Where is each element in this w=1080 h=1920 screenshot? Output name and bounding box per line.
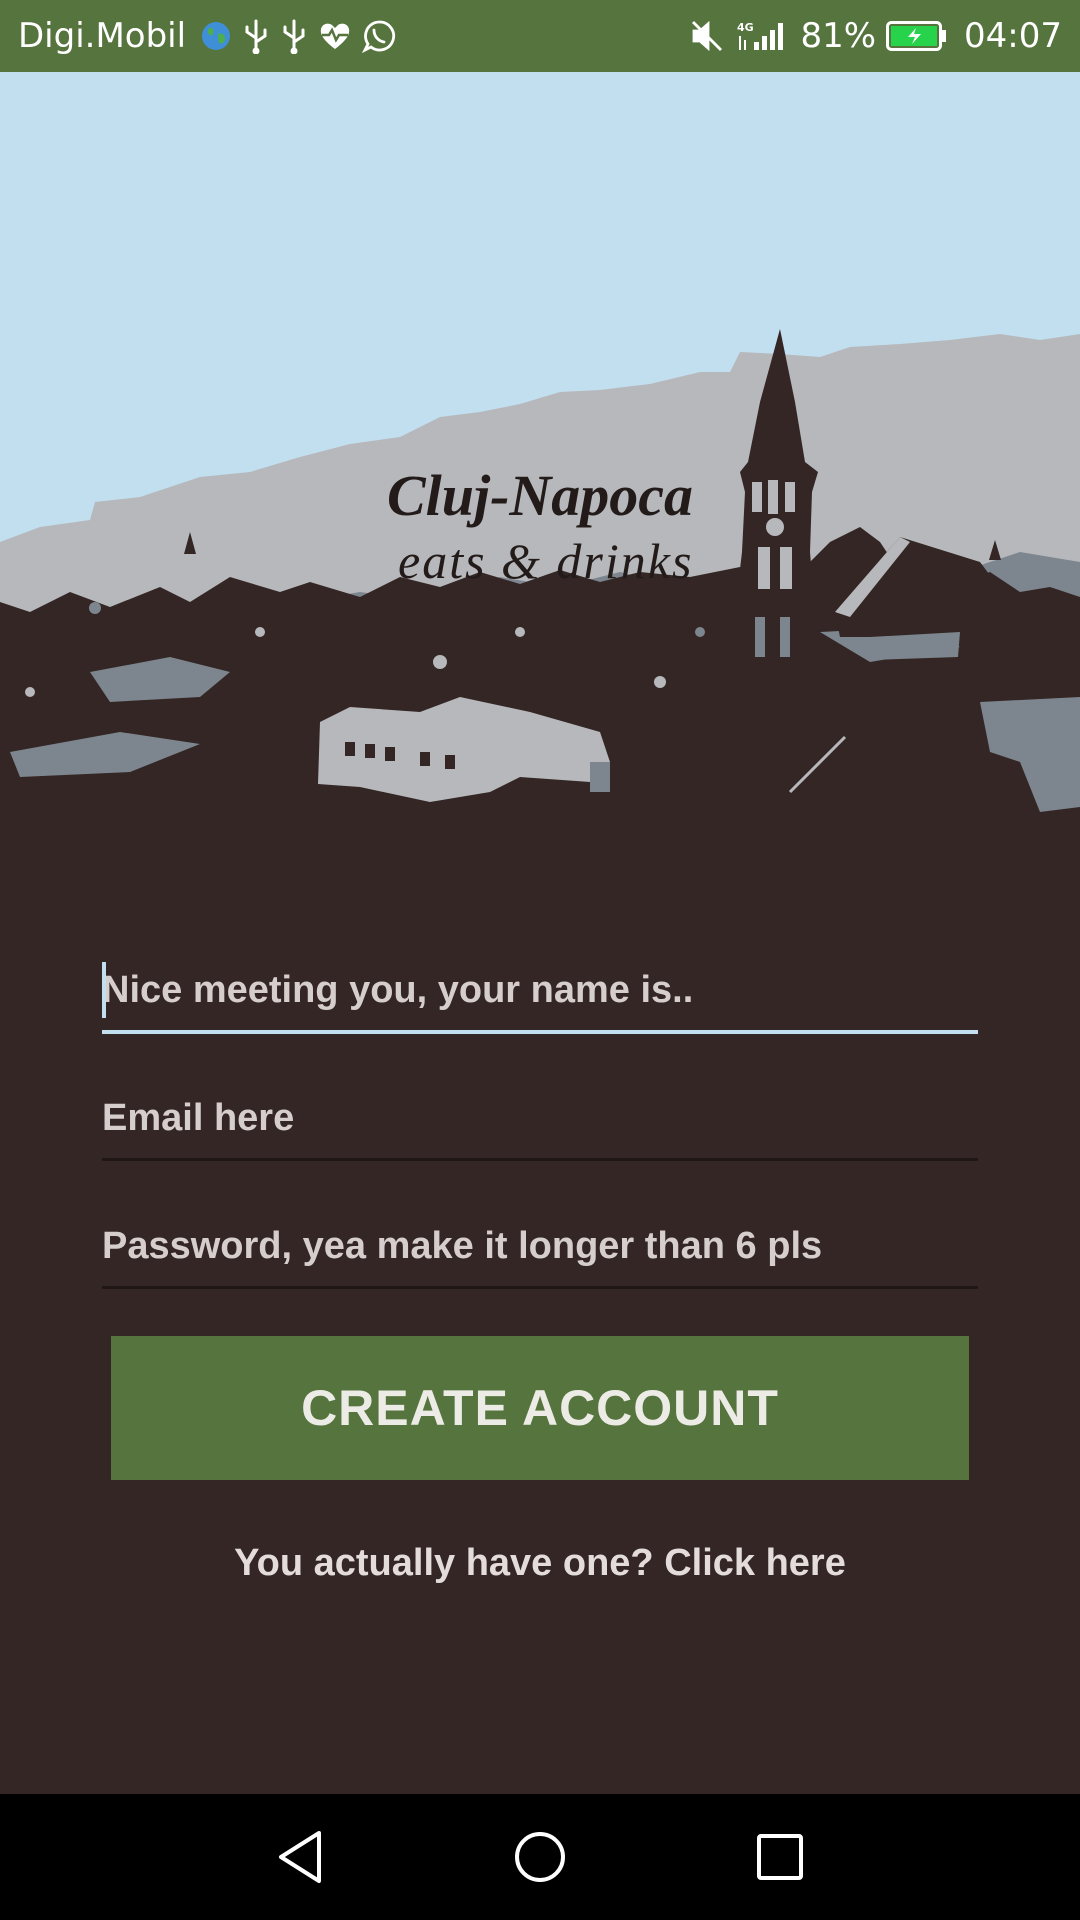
app-title: Cluj-Napoca [386,463,694,528]
text-cursor [102,962,106,1018]
recents-icon [757,1834,803,1880]
home-icon [515,1832,565,1882]
login-link[interactable]: You actually have one? Click here [0,1542,1080,1585]
battery-charging-icon [886,16,948,56]
back-icon [279,1831,321,1883]
password-input[interactable] [102,1206,978,1286]
heart-pulse-icon [318,16,352,56]
clock: 04:07 [964,16,1062,56]
globe-icon [200,16,232,56]
cityscape-illustration [0,72,1080,820]
home-button[interactable] [505,1824,575,1890]
back-button[interactable] [265,1824,335,1890]
usb-icon [242,16,270,56]
email-field[interactable] [102,1078,978,1161]
carrier-name: Digi.Mobil [18,16,187,56]
status-left: Digi.Mobil [18,16,396,56]
status-bar: Digi.Mobil 4G 81% 04:07 [0,0,1080,72]
usb-icon [280,16,308,56]
whatsapp-icon [362,16,396,56]
name-input[interactable] [102,950,978,1030]
hero-banner: Cluj-Napoca eats & drinks [0,72,1080,820]
mute-icon [690,16,726,56]
signal-icon: 4G [736,16,788,56]
recents-button[interactable] [745,1824,815,1890]
password-field[interactable] [102,1206,978,1289]
app-subtitle: eats & drinks [398,533,694,589]
navigation-bar [0,1794,1080,1920]
status-right: 4G 81% 04:07 [690,16,1062,56]
email-input[interactable] [102,1078,978,1158]
name-field[interactable] [102,950,978,1034]
network-type-label: 4G [737,21,754,34]
battery-percent: 81% [800,16,877,56]
create-account-button[interactable]: CREATE ACCOUNT [111,1336,969,1480]
